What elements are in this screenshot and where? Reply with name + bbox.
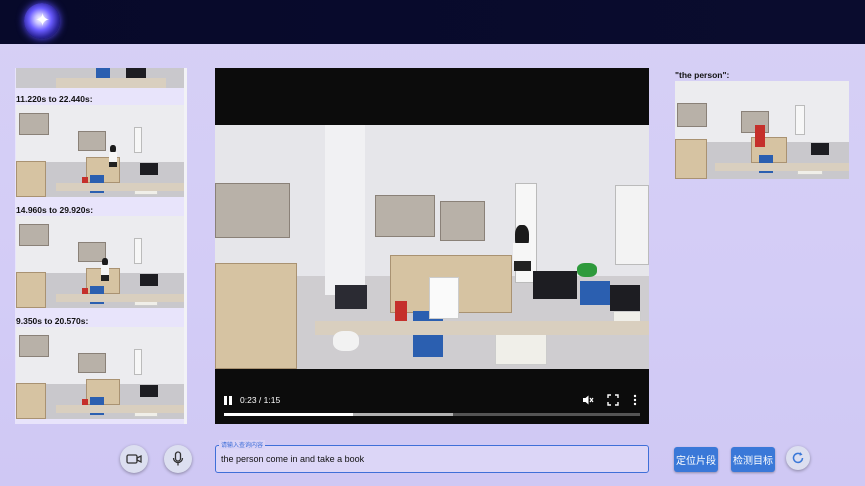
result-thumbnail[interactable]	[675, 81, 849, 179]
video-played-fill	[224, 413, 353, 416]
microphone-icon	[172, 451, 184, 466]
video-player[interactable]: 0:23 / 1:15	[215, 68, 649, 424]
office-scene-image	[16, 327, 184, 419]
video-camera-icon	[126, 454, 142, 464]
mute-icon[interactable]	[582, 394, 594, 406]
microphone-button[interactable]	[164, 445, 192, 473]
fullscreen-icon[interactable]	[607, 394, 619, 406]
locate-segment-button[interactable]: 定位片段	[674, 447, 718, 472]
segment-thumbnail[interactable]	[16, 216, 184, 308]
more-vert-icon[interactable]	[632, 394, 638, 406]
result-label: "the person":	[675, 70, 730, 80]
segment-list-scrollbar[interactable]	[184, 68, 187, 424]
office-scene-image	[675, 81, 849, 179]
segment-thumbnail[interactable]	[16, 105, 184, 197]
office-scene-image	[16, 105, 184, 197]
segment-list[interactable]: 11.220s to 22.440s: 14.960s to 29.920s:	[15, 68, 187, 424]
refresh-icon	[792, 452, 804, 464]
segment-label: 11.220s to 22.440s:	[16, 94, 93, 104]
camera-button[interactable]	[120, 445, 148, 473]
segment-label: 14.960s to 29.920s:	[16, 205, 94, 215]
video-time: 0:23 / 1:15	[240, 395, 281, 405]
segment-thumbnail[interactable]	[16, 68, 184, 88]
detect-target-button[interactable]: 检测目标	[731, 447, 775, 472]
query-input[interactable]	[221, 450, 641, 468]
segment-label: 9.350s to 20.570s:	[16, 316, 89, 326]
office-scene-image	[16, 216, 184, 308]
query-field-label: 请输入查询内容	[219, 440, 266, 449]
segment-thumbnail[interactable]	[16, 327, 184, 419]
top-bar: ✦	[0, 0, 865, 44]
video-progress-bar[interactable]	[224, 413, 640, 416]
office-scene-image	[215, 125, 649, 369]
pause-icon[interactable]	[224, 396, 232, 405]
refresh-button[interactable]	[786, 446, 810, 470]
video-frame	[215, 125, 649, 369]
video-controls: 0:23 / 1:15	[215, 386, 649, 424]
app-logo-icon: ✦	[24, 3, 60, 39]
office-scene-image	[16, 68, 184, 88]
